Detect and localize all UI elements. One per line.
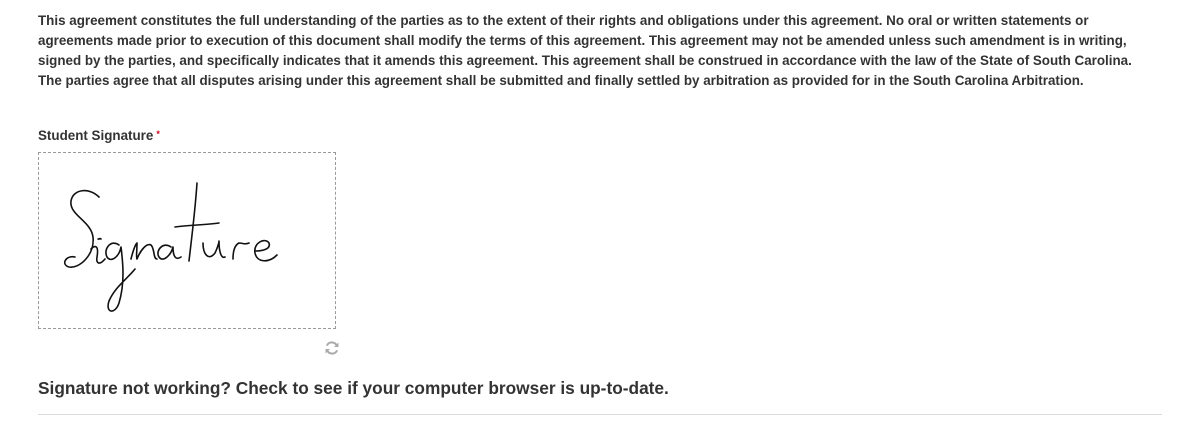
signature-pad[interactable] bbox=[38, 152, 336, 329]
reset-signature-button[interactable] bbox=[322, 338, 342, 358]
required-mark: * bbox=[156, 129, 160, 139]
agreement-text: This agreement constitutes the full unde… bbox=[38, 13, 1132, 88]
handwritten-signature bbox=[63, 182, 278, 312]
signature-label: Student Signature bbox=[38, 128, 154, 143]
signature-label-row: Student Signature * bbox=[38, 128, 160, 143]
signature-help-text: Signature not working? Check to see if y… bbox=[38, 378, 669, 398]
divider bbox=[38, 414, 1162, 415]
refresh-icon bbox=[325, 341, 339, 355]
